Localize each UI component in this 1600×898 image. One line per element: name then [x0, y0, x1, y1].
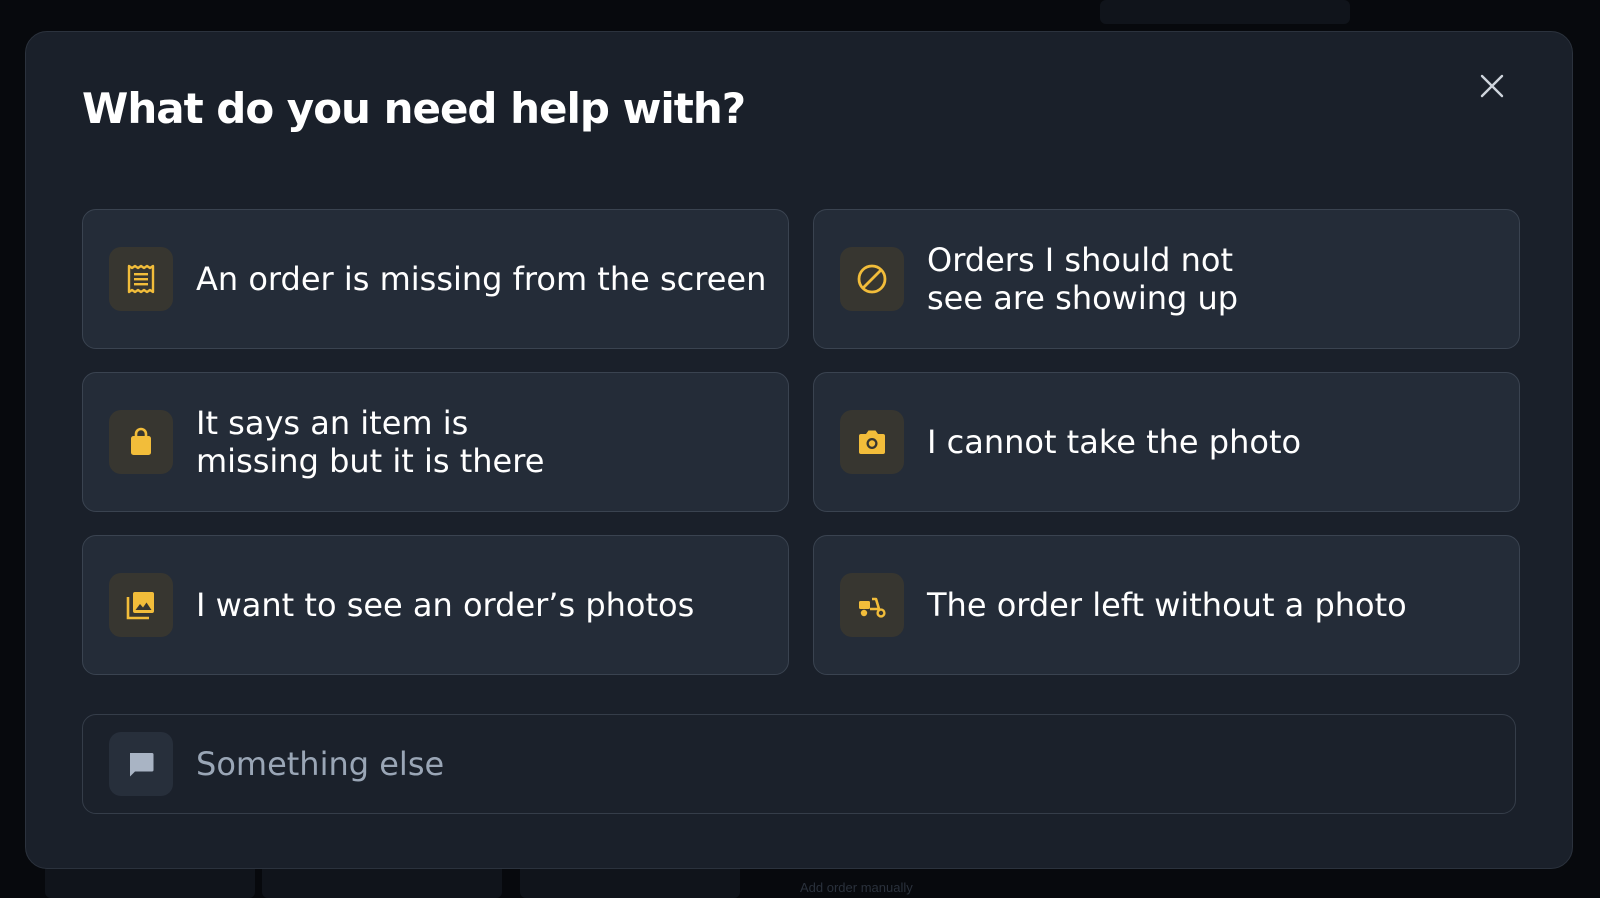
shopping-bag-icon: [109, 410, 173, 474]
help-options: An order is missing from the screen Orde…: [82, 209, 1520, 675]
close-icon: [1480, 74, 1504, 98]
option-label: I want to see an order’s photos: [196, 586, 695, 624]
dialog-title: What do you need help with?: [82, 84, 746, 133]
close-button[interactable]: [1472, 66, 1512, 106]
help-dialog: What do you need help with? An order is …: [25, 31, 1573, 869]
background-hint-text: Add order manually: [800, 880, 913, 895]
option-see-photos[interactable]: I want to see an order’s photos: [82, 535, 789, 675]
option-label: The order left without a photo: [927, 586, 1407, 624]
option-label: An order is missing from the screen: [196, 260, 767, 298]
option-left-without-photo[interactable]: The order left without a photo: [813, 535, 1520, 675]
option-cannot-take-photo[interactable]: I cannot take the photo: [813, 372, 1520, 512]
photo-library-icon: [109, 573, 173, 637]
chat-icon: [109, 732, 173, 796]
option-order-missing[interactable]: An order is missing from the screen: [82, 209, 789, 349]
option-label: I cannot take the photo: [927, 423, 1302, 461]
option-unwanted-orders[interactable]: Orders I should not see are showing up: [813, 209, 1520, 349]
option-label: It says an item is missing but it is the…: [196, 404, 545, 480]
receipt-icon: [109, 247, 173, 311]
camera-icon: [840, 410, 904, 474]
option-label: Orders I should not see are showing up: [927, 241, 1239, 317]
blocked-icon: [840, 247, 904, 311]
background-block: [1100, 0, 1350, 24]
option-something-else[interactable]: Something else: [82, 714, 1516, 814]
option-label: Something else: [196, 745, 445, 783]
delivery-scooter-icon: [840, 573, 904, 637]
option-item-present[interactable]: It says an item is missing but it is the…: [82, 372, 789, 512]
